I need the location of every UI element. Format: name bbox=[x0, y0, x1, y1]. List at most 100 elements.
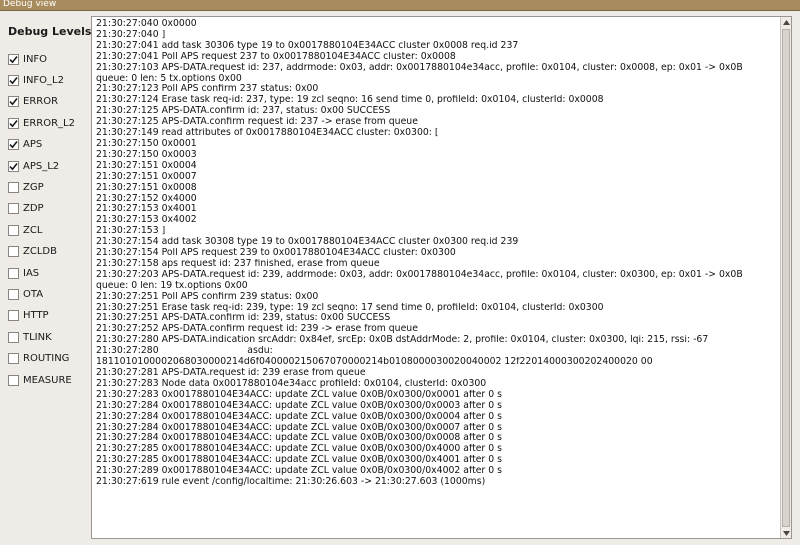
debug-level-info-l2[interactable]: INFO_L2 bbox=[8, 72, 64, 88]
log-line: 21:30:27:151 0x0007 bbox=[96, 171, 197, 182]
debug-level-label: APS bbox=[23, 139, 43, 151]
debug-level-zdp[interactable]: ZDP bbox=[8, 201, 44, 217]
debug-log-view[interactable]: 21:30:27:040 0x0000 21:30:27:040 ] 21:30:2… bbox=[91, 16, 792, 539]
log-line: 21:30:27:153 0x4002 bbox=[96, 215, 197, 226]
debug-level-tlink[interactable]: TLINK bbox=[8, 329, 52, 345]
checkmark-icon bbox=[9, 119, 18, 128]
debug-level-tlink-checkbox[interactable] bbox=[8, 331, 19, 343]
checkmark-icon bbox=[9, 141, 18, 149]
log-line: queue: 0 len: 19 tx.options 0x00 bbox=[96, 280, 248, 291]
log-line: 21:30:27:251 Poll APS confirm 239 status… bbox=[96, 291, 319, 302]
log-line: 21:30:27:124 Erase task req-id: 237, typ… bbox=[96, 95, 604, 106]
log-line: 21:30:27:283 Node data 0x0017880104e34ac… bbox=[96, 378, 487, 389]
debug-level-label: ZCLDB bbox=[23, 246, 57, 258]
log-line: 21:30:27:103 APS-DATA.request id: 237, a… bbox=[96, 62, 743, 73]
log-line: 21:30:27:289 0x0017880104E34ACC: update … bbox=[96, 466, 502, 477]
debug-level-aps[interactable]: APS bbox=[8, 137, 42, 153]
debug-level-zcldb-checkbox[interactable] bbox=[8, 246, 19, 258]
debug-level-routing-checkbox[interactable] bbox=[8, 353, 19, 365]
log-line: 21:30:27:123 Poll APS confirm 237 status… bbox=[96, 84, 319, 95]
checkmark-icon bbox=[9, 55, 18, 63]
log-line: 21:30:27:283 0x0017880104E34ACC: update … bbox=[96, 389, 502, 400]
debug-level-label: INFO_L2 bbox=[23, 74, 64, 86]
checkmark-icon bbox=[9, 162, 18, 170]
log-line: 21:30:27:125 APS-DATA.confirm request id… bbox=[96, 117, 418, 128]
debug-level-zcl[interactable]: ZCL bbox=[8, 222, 42, 238]
log-line: 21:30:27:154 add task 30308 type 19 to 0… bbox=[96, 237, 519, 248]
debug-level-http-checkbox[interactable] bbox=[8, 310, 19, 322]
log-line: 21:30:27:285 0x0017880104E34ACC: update … bbox=[96, 455, 502, 466]
log-line: 21:30:27:280 asdu: bbox=[96, 346, 273, 357]
debug-level-error-checkbox[interactable] bbox=[8, 96, 19, 108]
debug-level-zgp[interactable]: ZGP bbox=[8, 179, 44, 195]
debug-level-aps-l2-checkbox[interactable] bbox=[8, 160, 19, 172]
log-scrollbar[interactable] bbox=[780, 17, 791, 538]
log-line: 21:30:27:252 APS-DATA.confirm request id… bbox=[96, 324, 418, 335]
window-title: Debug view bbox=[3, 0, 57, 9]
debug-level-ias-checkbox[interactable] bbox=[8, 267, 19, 279]
debug-level-aps-checkbox[interactable] bbox=[8, 139, 19, 151]
log-line: 21:30:27:284 0x0017880104E34ACC: update … bbox=[96, 400, 502, 411]
debug-level-label: ZDP bbox=[23, 203, 44, 215]
log-line: 21:30:27:041 add task 30306 type 19 to 0… bbox=[96, 40, 519, 51]
log-line: 21:30:27:152 0x4000 bbox=[96, 193, 197, 204]
debug-level-aps-l2[interactable]: APS_L2 bbox=[8, 158, 59, 174]
debug-levels-panel: Debug Levels INFO INFO_L2 ERROR ERROR_L2 APS… bbox=[0, 11, 91, 545]
debug-level-zdp-checkbox[interactable] bbox=[8, 203, 19, 215]
scrollbar-thumb[interactable] bbox=[782, 29, 790, 527]
log-line: 21:30:27:125 APS-DATA.confirm id: 237, s… bbox=[96, 106, 391, 117]
log-line: 21:30:27:280 APS-DATA.indication srcAddr… bbox=[96, 335, 709, 346]
debug-level-ota-checkbox[interactable] bbox=[8, 288, 19, 300]
debug-level-label: HTTP bbox=[23, 310, 49, 322]
log-line: queue: 0 len: 5 tx.options 0x00 bbox=[96, 73, 242, 84]
log-line: 21:30:27:150 0x0001 bbox=[96, 138, 197, 149]
debug-level-label: ERROR_L2 bbox=[23, 117, 75, 129]
log-line: 21:30:27:158 aps request id: 237 finishe… bbox=[96, 258, 380, 269]
log-line: 21:30:27:040 ] bbox=[96, 29, 166, 40]
log-line: 21:30:27:153 ] bbox=[96, 226, 166, 237]
log-line: 21:30:27:284 0x0017880104E34ACC: update … bbox=[96, 433, 502, 444]
log-line: 21:30:27:041 Poll APS request 237 to 0x0… bbox=[96, 51, 456, 62]
debug-level-zcldb[interactable]: ZCLDB bbox=[8, 244, 57, 260]
log-line: 21:30:27:251 Erase task req-id: 239, typ… bbox=[96, 302, 604, 313]
debug-log-text: 21:30:27:040 0x0000 21:30:27:040 ] 21:30:2… bbox=[96, 19, 776, 488]
debug-level-routing[interactable]: ROUTING bbox=[8, 351, 69, 367]
scroll-up-arrow-icon[interactable] bbox=[781, 17, 791, 27]
debug-level-info[interactable]: INFO bbox=[8, 51, 47, 67]
debug-level-measure-checkbox[interactable] bbox=[8, 374, 19, 386]
debug-level-label: INFO bbox=[23, 53, 48, 65]
log-line: 21:30:27:153 0x4001 bbox=[96, 204, 197, 215]
debug-level-zcl-checkbox[interactable] bbox=[8, 224, 19, 236]
debug-level-label: ZCL bbox=[23, 224, 43, 236]
log-line: 1811010100002068030000214d6f040000215067… bbox=[96, 357, 653, 368]
debug-level-label: IAS bbox=[23, 267, 40, 279]
debug-level-http[interactable]: HTTP bbox=[8, 308, 49, 324]
debug-level-zgp-checkbox[interactable] bbox=[8, 181, 19, 193]
debug-level-label: ROUTING bbox=[23, 353, 70, 365]
checkmark-icon bbox=[9, 98, 18, 106]
log-line: 21:30:27:251 APS-DATA.confirm id: 239, s… bbox=[96, 313, 391, 324]
log-line: 21:30:27:285 0x0017880104E34ACC: update … bbox=[96, 444, 502, 455]
log-line: 21:30:27:040 0x0000 bbox=[96, 19, 197, 29]
debug-level-info-checkbox[interactable] bbox=[8, 53, 19, 65]
log-line: 21:30:27:150 0x0003 bbox=[96, 149, 197, 160]
checkmark-icon bbox=[9, 76, 18, 85]
log-line: 21:30:27:154 Poll APS request 239 to 0x0… bbox=[96, 248, 456, 259]
debug-level-error[interactable]: ERROR bbox=[8, 94, 58, 110]
scroll-down-arrow-icon[interactable] bbox=[781, 528, 791, 538]
log-line: 21:30:27:203 APS-DATA.request id: 239, a… bbox=[96, 269, 743, 280]
debug-level-label: ZGP bbox=[23, 181, 44, 193]
debug-level-ota[interactable]: OTA bbox=[8, 286, 43, 302]
debug-level-error-l2-checkbox[interactable] bbox=[8, 117, 19, 129]
window-titlebar[interactable]: Debug view bbox=[0, 0, 800, 11]
log-line: 21:30:27:619 rule event /config/localtim… bbox=[96, 477, 486, 488]
log-line: 21:30:27:151 0x0004 bbox=[96, 160, 197, 171]
log-line: 21:30:27:149 read attributes of 0x001788… bbox=[96, 128, 439, 139]
log-line: 21:30:27:281 APS-DATA.request id: 239 er… bbox=[96, 368, 366, 378]
debug-level-info-l2-checkbox[interactable] bbox=[8, 74, 19, 86]
debug-level-label: ERROR bbox=[23, 96, 59, 108]
debug-level-ias[interactable]: IAS bbox=[8, 265, 39, 281]
debug-level-error-l2[interactable]: ERROR_L2 bbox=[8, 115, 75, 131]
debug-level-measure[interactable]: MEASURE bbox=[8, 372, 72, 388]
debug-level-label: OTA bbox=[23, 288, 44, 300]
